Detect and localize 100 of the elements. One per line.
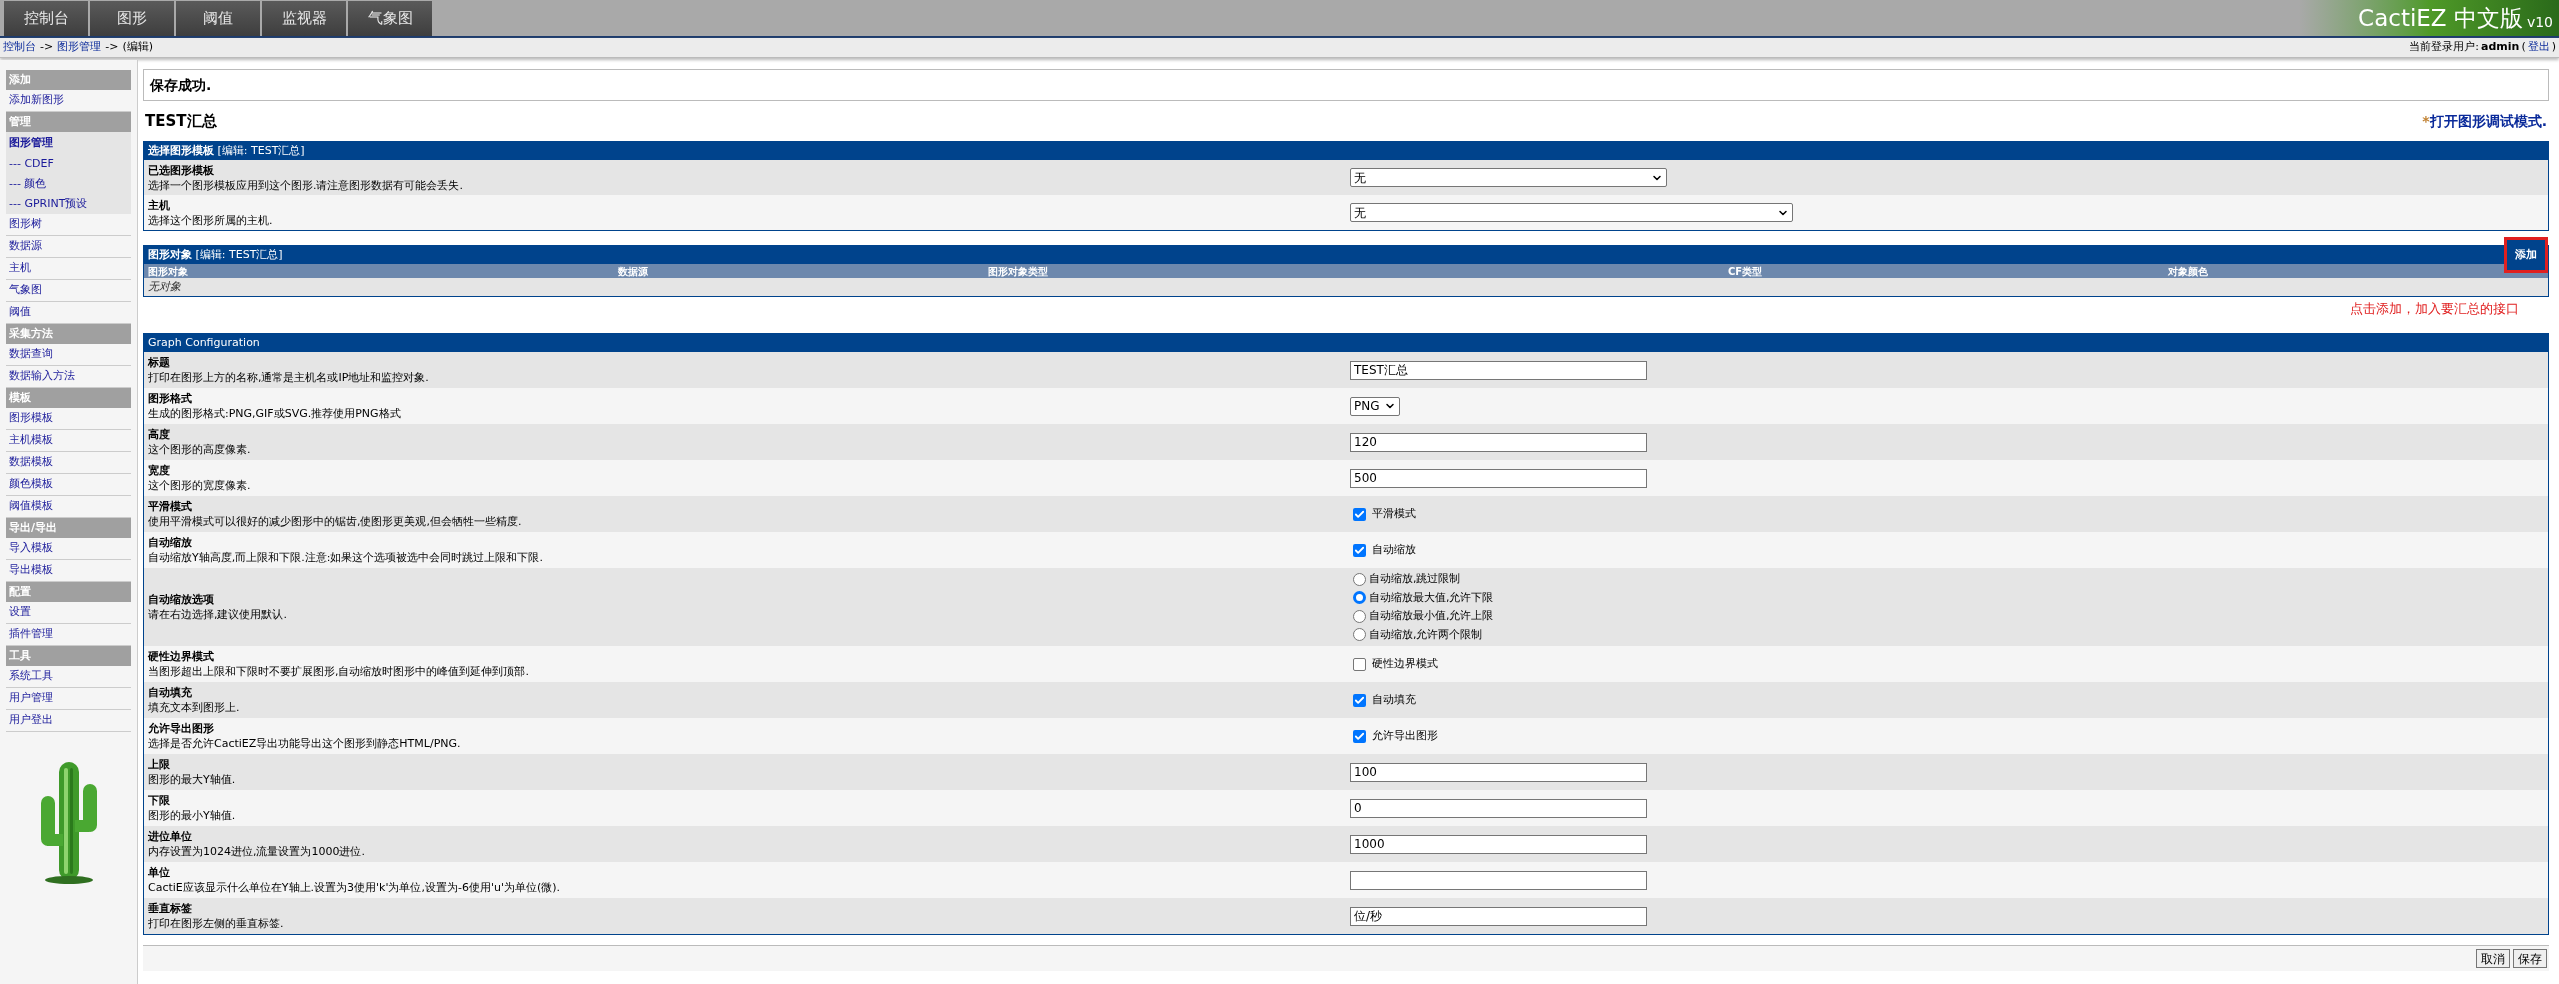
text-field[interactable]: 位/秒 — [1350, 906, 1647, 926]
breadcrumb-text: (编辑) — [122, 39, 153, 56]
sidebar-item[interactable]: 图形树 — [6, 214, 131, 236]
breadcrumb-link[interactable]: 图形管理 — [57, 39, 102, 56]
sidebar-heading: 添加 — [6, 70, 131, 90]
checkbox-label: 平滑模式 — [1372, 505, 1416, 522]
radio-button[interactable] — [1353, 628, 1366, 642]
field-description: 打印在图形上方的名称,通常是主机名或IP地址和监控对象. — [148, 370, 430, 385]
field-description: CactiE应该显示什么单位在Y轴上.设置为3使用'k'为单位,设置为-6使用'u'为单位(微). — [148, 880, 561, 895]
text-field[interactable] — [1350, 870, 1647, 890]
sidebar-item[interactable]: 用户登出 — [6, 710, 131, 732]
field-description: 使用平滑模式可以很好的减少图形中的锯齿,使图形更美观,但会牺牲一些精度. — [148, 514, 523, 529]
asterisk-mark: * — [2422, 111, 2430, 131]
field-description: 自动缩放Y轴高度,而上限和下限.注意:如果这个选项被选中会同时跳过上限和下限. — [148, 550, 544, 565]
logo-text: CactiEZ 中文版 — [2358, 3, 2523, 33]
radio-label: 自动缩放最大值,允许下限 — [1369, 589, 1494, 606]
field-label: 已选图形模板 — [148, 162, 215, 178]
checkbox[interactable] — [1353, 729, 1366, 743]
dropdown-select[interactable]: 无 — [1350, 168, 1667, 187]
sidebar-item[interactable]: 系统工具 — [6, 666, 131, 688]
radio-button[interactable] — [1353, 609, 1366, 623]
sidebar-item[interactable]: 图形管理 — [6, 132, 131, 154]
empty-message: 无对象 — [148, 278, 181, 295]
nav-tab[interactable]: 控制台 — [4, 1, 88, 36]
field-description: 选择一个图形模板应用到这个图形.请注意图形数据有可能会丢失. — [148, 177, 464, 193]
section-title: 选择图形模板 [编辑: TEST汇总] — [148, 142, 305, 159]
sidebar-item[interactable]: 主机 — [6, 258, 131, 280]
field-description: 选择这个图形所属的主机. — [148, 212, 274, 228]
field-label: 自动填充 — [148, 685, 193, 700]
sidebar-item[interactable]: 图形模板 — [6, 408, 131, 430]
column-header: 数据源 — [618, 265, 649, 279]
field-label: 允许导出图形 — [148, 721, 215, 736]
sidebar-item[interactable]: 数据模板 — [6, 452, 131, 474]
text-field[interactable]: 1000 — [1350, 834, 1647, 854]
field-label: 高度 — [148, 427, 171, 442]
sidebar-item[interactable]: 设置 — [6, 602, 131, 624]
checkbox[interactable] — [1353, 657, 1366, 671]
sidebar-item[interactable]: 数据源 — [6, 236, 131, 258]
sidebar-heading: 管理 — [6, 112, 131, 132]
field-label: 自动缩放选项 — [148, 592, 215, 607]
field-description: 这个图形的高度像素. — [148, 442, 252, 457]
sidebar-subitem[interactable]: --- 颜色 — [6, 174, 131, 194]
radio-button[interactable] — [1353, 591, 1366, 605]
field-label: 单位 — [148, 865, 171, 880]
field-label: 自动缩放 — [148, 535, 193, 550]
checkbox[interactable] — [1353, 507, 1366, 521]
nav-tab[interactable]: 图形 — [90, 1, 174, 36]
breadcrumb-text: -> — [105, 39, 119, 56]
sidebar-item[interactable]: 主机模板 — [6, 430, 131, 452]
field-label: 硬性边界模式 — [148, 649, 215, 664]
text-field[interactable]: 0 — [1350, 798, 1647, 818]
radio-label: 自动缩放,跳过限制 — [1369, 571, 1461, 587]
sidebar-heading: 导出/导出 — [6, 518, 131, 538]
section-title: Graph Configuration — [148, 334, 260, 351]
text-field[interactable]: 500 — [1350, 468, 1647, 488]
sidebar-item[interactable]: 导入模板 — [6, 538, 131, 560]
field-label: 图形格式 — [148, 391, 193, 406]
sidebar-item[interactable]: 数据查询 — [6, 344, 131, 366]
sidebar-item[interactable]: 气象图 — [6, 280, 131, 302]
breadcrumb-link[interactable]: 控制台 — [3, 39, 36, 56]
dropdown-select[interactable]: 无 — [1350, 203, 1793, 222]
text-field[interactable]: 100 — [1350, 762, 1647, 782]
field-description: 图形的最大Y轴值. — [148, 772, 237, 787]
annotation-note: 点击添加，加入要汇总的接口 — [2350, 300, 2519, 318]
field-label: 上限 — [148, 757, 171, 772]
footer-button[interactable]: 取消 — [2476, 949, 2510, 968]
nav-tab[interactable]: 气象图 — [348, 1, 432, 36]
column-header: 对象颜色 — [2167, 265, 2209, 279]
sidebar-subitem[interactable]: --- GPRINT预设 — [6, 194, 131, 214]
sidebar-subitem[interactable]: --- CDEF — [6, 154, 131, 174]
add-button[interactable]: 添加 — [2504, 237, 2548, 273]
sidebar-heading: 工具 — [6, 646, 131, 666]
nav-tab[interactable]: 阈值 — [176, 1, 260, 36]
section-title: 图形对象 [编辑: TEST汇总] — [148, 246, 283, 263]
checkbox-label: 自动缩放 — [1372, 541, 1416, 558]
sidebar-heading: 采集方法 — [6, 324, 131, 344]
sidebar-heading: 模板 — [6, 388, 131, 408]
logout-link[interactable]: 登出 — [2527, 39, 2550, 56]
checkbox[interactable] — [1353, 693, 1366, 707]
footer-button[interactable]: 保存 — [2513, 949, 2547, 968]
sidebar-heading: 配置 — [6, 582, 131, 602]
sidebar-item[interactable]: 用户管理 — [6, 688, 131, 710]
field-label: 宽度 — [148, 463, 171, 478]
field-label: 进位单位 — [148, 829, 193, 844]
field-description: 选择是否允许CactiEZ导出功能导出这个图形到静态HTML/PNG. — [148, 736, 462, 751]
radio-button[interactable] — [1353, 572, 1366, 586]
sidebar-item[interactable]: 颜色模板 — [6, 474, 131, 496]
column-header: CF类型 — [1727, 265, 1764, 279]
column-header: 图形对象类型 — [988, 265, 1049, 279]
text-field[interactable]: 120 — [1350, 432, 1647, 452]
dropdown-select[interactable]: PNG — [1350, 396, 1400, 416]
field-label: 下限 — [148, 793, 171, 808]
debug-mode-link[interactable]: 打开图形调试模式. — [2429, 110, 2547, 132]
field-label: 平滑模式 — [148, 499, 193, 514]
text-field[interactable]: TEST汇总 — [1350, 360, 1647, 380]
checkbox-label: 硬性边界模式 — [1372, 655, 1438, 672]
field-description: 这个图形的宽度像素. — [148, 478, 252, 493]
nav-tab[interactable]: 监视器 — [262, 1, 346, 36]
checkbox[interactable] — [1353, 543, 1366, 557]
radio-label: 自动缩放最小值,允许上限 — [1369, 608, 1494, 624]
